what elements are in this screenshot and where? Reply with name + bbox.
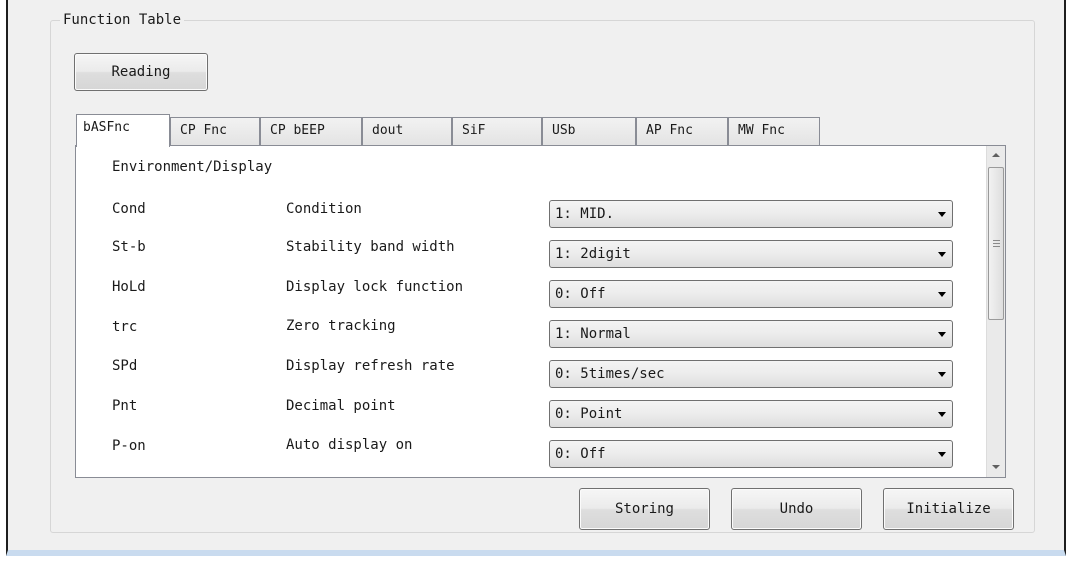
scroll-thumb[interactable] xyxy=(988,167,1004,320)
auto-display-select[interactable]: 0: Off xyxy=(549,440,953,468)
row-code-st-b: St-b xyxy=(112,239,146,255)
reading-button[interactable]: Reading xyxy=(74,53,208,91)
tab-cp-fnc[interactable]: CP Fnc xyxy=(170,117,260,146)
auto-display-select-value: 0: Off xyxy=(555,446,606,462)
initialize-button[interactable]: Initialize xyxy=(883,488,1014,530)
tab-basfnc[interactable]: bASFnc xyxy=(76,114,170,147)
tab-mw-fnc[interactable]: MW Fnc xyxy=(728,117,820,146)
stability-band-select-value: 1: 2digit xyxy=(555,246,631,262)
refresh-rate-select-value: 0: 5times/sec xyxy=(555,366,665,382)
zero-tracking-select-value: 1: Normal xyxy=(555,326,631,342)
zero-tracking-select[interactable]: 1: Normal xyxy=(549,320,953,348)
decimal-point-select[interactable]: 0: Point xyxy=(549,400,953,428)
row-description-p-on: Auto display on xyxy=(286,437,413,453)
row-description-hold: Display lock function xyxy=(286,279,464,295)
tab-usb[interactable]: USb xyxy=(542,117,636,146)
tab-sif[interactable]: SiF xyxy=(452,117,542,146)
row-code-hold: HoLd xyxy=(112,279,146,295)
chevron-down-icon xyxy=(938,332,946,337)
chevron-down-icon xyxy=(938,372,946,377)
row-description-cond: Condition xyxy=(286,201,362,217)
row-code-cond: Cond xyxy=(112,201,146,217)
scroll-down-arrow-icon[interactable] xyxy=(992,465,1000,469)
tab-ap-fnc[interactable]: AP Fnc xyxy=(636,117,728,146)
undo-button[interactable]: Undo xyxy=(731,488,862,530)
chevron-down-icon xyxy=(938,252,946,257)
grip-icon xyxy=(993,240,1000,247)
tab-cp-beep[interactable]: CP bEEP xyxy=(260,117,362,146)
decimal-point-select-value: 0: Point xyxy=(555,406,623,422)
tab-dout[interactable]: dout xyxy=(362,117,452,146)
refresh-rate-select[interactable]: 0: 5times/sec xyxy=(549,360,953,388)
storing-button[interactable]: Storing xyxy=(579,488,710,530)
scroll-up-arrow-icon[interactable] xyxy=(992,153,1000,157)
group-title: Function Table xyxy=(60,11,185,29)
tab-panel xyxy=(75,145,1006,478)
chevron-down-icon xyxy=(938,212,946,217)
section-heading: Environment/Display xyxy=(112,159,273,175)
condition-select-value: 1: MID. xyxy=(555,206,615,222)
row-code-trc: trc xyxy=(112,319,138,335)
row-description-st-b: Stability band width xyxy=(286,239,455,255)
display-lock-select-value: 0: Off xyxy=(555,286,606,302)
stability-band-select[interactable]: 1: 2digit xyxy=(549,240,953,268)
row-description-spd: Display refresh rate xyxy=(286,358,455,374)
chevron-down-icon xyxy=(938,412,946,417)
vertical-scrollbar[interactable] xyxy=(986,146,1005,477)
chevron-down-icon xyxy=(938,292,946,297)
row-description-pnt: Decimal point xyxy=(286,398,396,414)
condition-select[interactable]: 1: MID. xyxy=(549,200,953,228)
row-code-spd: SPd xyxy=(112,358,138,374)
chevron-down-icon xyxy=(938,452,946,457)
row-code-p-on: P-on xyxy=(112,438,146,454)
display-lock-select[interactable]: 0: Off xyxy=(549,280,953,308)
row-description-trc: Zero tracking xyxy=(286,318,396,334)
row-code-pnt: Pnt xyxy=(112,398,138,414)
